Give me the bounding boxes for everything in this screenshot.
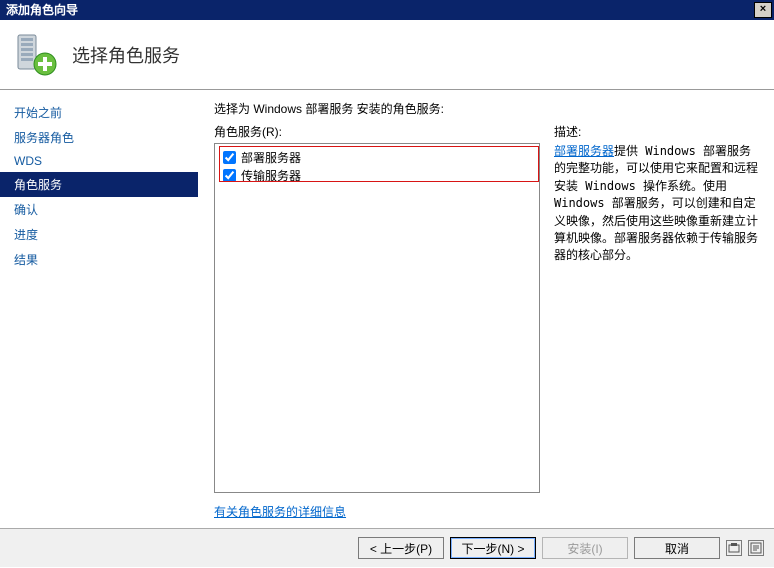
nav-item-wds[interactable]: WDS bbox=[0, 150, 198, 172]
role-label: 部署服务器 bbox=[241, 149, 301, 166]
checkbox-deployment-server[interactable] bbox=[223, 151, 236, 164]
nav-item-role-services[interactable]: 角色服务 bbox=[0, 172, 198, 197]
page-title: 选择角色服务 bbox=[72, 42, 180, 68]
role-list-column: 角色服务(R): 部署服务器 传输服务器 有关角色服务的详细信息 bbox=[214, 123, 540, 520]
content-area: 开始之前 服务器角色 WDS 角色服务 确认 进度 结果 选择为 Windows… bbox=[0, 90, 774, 528]
cancel-button[interactable]: 取消 bbox=[634, 537, 720, 559]
nav-item-confirm[interactable]: 确认 bbox=[0, 197, 198, 222]
nav-item-before[interactable]: 开始之前 bbox=[0, 100, 198, 125]
role-services-listbox[interactable]: 部署服务器 传输服务器 bbox=[214, 143, 540, 493]
nav-item-server-roles[interactable]: 服务器角色 bbox=[0, 125, 198, 150]
prev-button[interactable]: < 上一步(P) bbox=[358, 537, 444, 559]
close-button[interactable]: × bbox=[754, 2, 772, 18]
context-help-icon[interactable] bbox=[726, 540, 742, 556]
wizard-nav: 开始之前 服务器角色 WDS 角色服务 确认 进度 结果 bbox=[0, 90, 198, 528]
role-item-deployment-server[interactable]: 部署服务器 bbox=[221, 148, 533, 166]
help-icon[interactable] bbox=[748, 540, 764, 556]
more-info-link[interactable]: 有关角色服务的详细信息 bbox=[214, 503, 540, 520]
description-body: 提供 Windows 部署服务的完整功能，可以使用它来配置和远程安装 Windo… bbox=[554, 144, 758, 262]
nav-item-results[interactable]: 结果 bbox=[0, 247, 198, 272]
wizard-header: 选择角色服务 bbox=[0, 20, 774, 90]
instruction-text: 选择为 Windows 部署服务 安装的角色服务: bbox=[214, 100, 758, 117]
install-button: 安装(I) bbox=[542, 537, 628, 559]
window-title: 添加角色向导 bbox=[6, 0, 78, 20]
description-link[interactable]: 部署服务器 bbox=[554, 144, 614, 158]
role-item-transport-server[interactable]: 传输服务器 bbox=[221, 166, 533, 184]
description-text: 部署服务器提供 Windows 部署服务的完整功能，可以使用它来配置和远程安装 … bbox=[554, 143, 758, 265]
main-panel: 选择为 Windows 部署服务 安装的角色服务: 角色服务(R): 部署服务器… bbox=[198, 90, 774, 528]
columns: 角色服务(R): 部署服务器 传输服务器 有关角色服务的详细信息 描述: bbox=[214, 123, 758, 520]
role-label: 传输服务器 bbox=[241, 167, 301, 184]
footer: < 上一步(P) 下一步(N) > 安装(I) 取消 bbox=[0, 529, 774, 567]
nav-item-progress[interactable]: 进度 bbox=[0, 222, 198, 247]
role-list-label: 角色服务(R): bbox=[214, 123, 540, 140]
checkbox-transport-server[interactable] bbox=[223, 169, 236, 182]
title-bar: 添加角色向导 × bbox=[0, 0, 774, 20]
next-button[interactable]: 下一步(N) > bbox=[450, 537, 536, 559]
description-label: 描述: bbox=[554, 123, 758, 140]
description-column: 描述: 部署服务器提供 Windows 部署服务的完整功能，可以使用它来配置和远… bbox=[554, 123, 758, 520]
server-role-icon bbox=[12, 31, 60, 79]
